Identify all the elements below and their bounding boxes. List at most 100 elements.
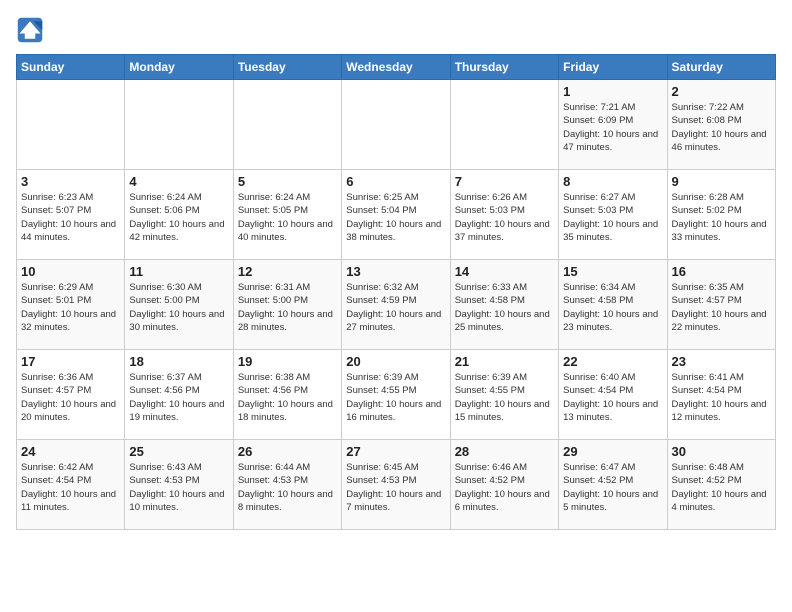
day-cell bbox=[342, 80, 450, 170]
day-number: 6 bbox=[346, 174, 445, 189]
day-number: 21 bbox=[455, 354, 554, 369]
day-number: 20 bbox=[346, 354, 445, 369]
day-cell: 12 Sunrise: 6:31 AM Sunset: 5:00 PM Dayli… bbox=[233, 260, 341, 350]
day-number: 13 bbox=[346, 264, 445, 279]
day-number: 3 bbox=[21, 174, 120, 189]
day-cell: 2 Sunrise: 7:22 AM Sunset: 6:08 PM Daylig… bbox=[667, 80, 775, 170]
header-tuesday: Tuesday bbox=[233, 55, 341, 80]
day-number: 28 bbox=[455, 444, 554, 459]
day-number: 5 bbox=[238, 174, 337, 189]
day-cell: 22 Sunrise: 6:40 AM Sunset: 4:54 PM Dayli… bbox=[559, 350, 667, 440]
day-info: Sunrise: 6:45 AM Sunset: 4:53 PM Dayligh… bbox=[346, 461, 445, 514]
day-cell: 14Sunrise: 6:33 AM Sunset: 4:58 PM Dayli… bbox=[450, 260, 558, 350]
week-row-4: 17Sunrise: 6:36 AM Sunset: 4:57 PM Dayli… bbox=[17, 350, 776, 440]
day-cell: 5 Sunrise: 6:24 AM Sunset: 5:05 PM Daylig… bbox=[233, 170, 341, 260]
day-number: 16 bbox=[672, 264, 771, 279]
header-sunday: Sunday bbox=[17, 55, 125, 80]
day-info: Sunrise: 6:31 AM Sunset: 5:00 PM Dayligh… bbox=[238, 281, 337, 334]
day-cell: 21 Sunrise: 6:39 AM Sunset: 4:55 PM Dayli… bbox=[450, 350, 558, 440]
day-info: Sunrise: 6:44 AM Sunset: 4:53 PM Dayligh… bbox=[238, 461, 337, 514]
header-friday: Friday bbox=[559, 55, 667, 80]
day-info: Sunrise: 6:39 AM Sunset: 4:55 PM Dayligh… bbox=[455, 371, 554, 424]
day-info: Sunrise: 6:46 AM Sunset: 4:52 PM Dayligh… bbox=[455, 461, 554, 514]
day-number: 26 bbox=[238, 444, 337, 459]
day-info: Sunrise: 6:38 AM Sunset: 4:56 PM Dayligh… bbox=[238, 371, 337, 424]
day-number: 23 bbox=[672, 354, 771, 369]
day-info: Sunrise: 6:47 AM Sunset: 4:52 PM Dayligh… bbox=[563, 461, 662, 514]
day-cell: 18 Sunrise: 6:37 AM Sunset: 4:56 PM Dayli… bbox=[125, 350, 233, 440]
day-cell: 30 Sunrise: 6:48 AM Sunset: 4:52 PM Dayli… bbox=[667, 440, 775, 530]
day-cell: 23 Sunrise: 6:41 AM Sunset: 4:54 PM Dayli… bbox=[667, 350, 775, 440]
day-info: Sunrise: 6:26 AM Sunset: 5:03 PM Dayligh… bbox=[455, 191, 554, 244]
day-info: Sunrise: 6:25 AM Sunset: 5:04 PM Dayligh… bbox=[346, 191, 445, 244]
day-cell: 20 Sunrise: 6:39 AM Sunset: 4:55 PM Dayli… bbox=[342, 350, 450, 440]
day-number: 12 bbox=[238, 264, 337, 279]
day-cell: 28 Sunrise: 6:46 AM Sunset: 4:52 PM Dayli… bbox=[450, 440, 558, 530]
day-cell: 17Sunrise: 6:36 AM Sunset: 4:57 PM Dayli… bbox=[17, 350, 125, 440]
day-info: Sunrise: 6:48 AM Sunset: 4:52 PM Dayligh… bbox=[672, 461, 771, 514]
week-row-5: 24Sunrise: 6:42 AM Sunset: 4:54 PM Dayli… bbox=[17, 440, 776, 530]
day-cell bbox=[233, 80, 341, 170]
day-number: 14 bbox=[455, 264, 554, 279]
day-info: Sunrise: 6:32 AM Sunset: 4:59 PM Dayligh… bbox=[346, 281, 445, 334]
day-number: 30 bbox=[672, 444, 771, 459]
day-number: 9 bbox=[672, 174, 771, 189]
day-number: 7 bbox=[455, 174, 554, 189]
day-cell: 4 Sunrise: 6:24 AM Sunset: 5:06 PM Daylig… bbox=[125, 170, 233, 260]
day-info: Sunrise: 6:43 AM Sunset: 4:53 PM Dayligh… bbox=[129, 461, 228, 514]
week-row-3: 10 Sunrise: 6:29 AM Sunset: 5:01 PM Dayli… bbox=[17, 260, 776, 350]
day-number: 22 bbox=[563, 354, 662, 369]
day-number: 27 bbox=[346, 444, 445, 459]
day-info: Sunrise: 6:28 AM Sunset: 5:02 PM Dayligh… bbox=[672, 191, 771, 244]
logo-icon bbox=[16, 16, 44, 44]
day-cell: 9 Sunrise: 6:28 AM Sunset: 5:02 PM Daylig… bbox=[667, 170, 775, 260]
day-info: Sunrise: 6:34 AM Sunset: 4:58 PM Dayligh… bbox=[563, 281, 662, 334]
day-cell: 29 Sunrise: 6:47 AM Sunset: 4:52 PM Dayli… bbox=[559, 440, 667, 530]
day-number: 10 bbox=[21, 264, 120, 279]
day-number: 29 bbox=[563, 444, 662, 459]
day-info: Sunrise: 6:35 AM Sunset: 4:57 PM Dayligh… bbox=[672, 281, 771, 334]
day-cell: 26 Sunrise: 6:44 AM Sunset: 4:53 PM Dayli… bbox=[233, 440, 341, 530]
day-cell: 13 Sunrise: 6:32 AM Sunset: 4:59 PM Dayli… bbox=[342, 260, 450, 350]
header bbox=[16, 16, 776, 44]
day-number: 2 bbox=[672, 84, 771, 99]
day-number: 25 bbox=[129, 444, 228, 459]
day-number: 18 bbox=[129, 354, 228, 369]
week-row-2: 3 Sunrise: 6:23 AM Sunset: 5:07 PM Daylig… bbox=[17, 170, 776, 260]
day-cell: 6 Sunrise: 6:25 AM Sunset: 5:04 PM Daylig… bbox=[342, 170, 450, 260]
day-number: 11 bbox=[129, 264, 228, 279]
day-info: Sunrise: 6:29 AM Sunset: 5:01 PM Dayligh… bbox=[21, 281, 120, 334]
day-cell: 10 Sunrise: 6:29 AM Sunset: 5:01 PM Dayli… bbox=[17, 260, 125, 350]
day-info: Sunrise: 6:23 AM Sunset: 5:07 PM Dayligh… bbox=[21, 191, 120, 244]
day-number: 4 bbox=[129, 174, 228, 189]
header-monday: Monday bbox=[125, 55, 233, 80]
day-cell: 25 Sunrise: 6:43 AM Sunset: 4:53 PM Dayli… bbox=[125, 440, 233, 530]
week-row-1: 1Sunrise: 7:21 AM Sunset: 6:09 PM Daylig… bbox=[17, 80, 776, 170]
day-info: Sunrise: 6:39 AM Sunset: 4:55 PM Dayligh… bbox=[346, 371, 445, 424]
day-cell: 15 Sunrise: 6:34 AM Sunset: 4:58 PM Dayli… bbox=[559, 260, 667, 350]
logo bbox=[16, 16, 48, 44]
day-info: Sunrise: 6:41 AM Sunset: 4:54 PM Dayligh… bbox=[672, 371, 771, 424]
day-number: 15 bbox=[563, 264, 662, 279]
day-cell: 16 Sunrise: 6:35 AM Sunset: 4:57 PM Dayli… bbox=[667, 260, 775, 350]
calendar-header-row: SundayMondayTuesdayWednesdayThursdayFrid… bbox=[17, 55, 776, 80]
day-cell: 3 Sunrise: 6:23 AM Sunset: 5:07 PM Daylig… bbox=[17, 170, 125, 260]
day-info: Sunrise: 6:24 AM Sunset: 5:05 PM Dayligh… bbox=[238, 191, 337, 244]
day-cell: 27 Sunrise: 6:45 AM Sunset: 4:53 PM Dayli… bbox=[342, 440, 450, 530]
day-cell: 19 Sunrise: 6:38 AM Sunset: 4:56 PM Dayli… bbox=[233, 350, 341, 440]
day-cell: 1Sunrise: 7:21 AM Sunset: 6:09 PM Daylig… bbox=[559, 80, 667, 170]
day-info: Sunrise: 6:24 AM Sunset: 5:06 PM Dayligh… bbox=[129, 191, 228, 244]
header-saturday: Saturday bbox=[667, 55, 775, 80]
day-info: Sunrise: 7:21 AM Sunset: 6:09 PM Dayligh… bbox=[563, 101, 662, 154]
header-thursday: Thursday bbox=[450, 55, 558, 80]
day-info: Sunrise: 7:22 AM Sunset: 6:08 PM Dayligh… bbox=[672, 101, 771, 154]
day-number: 24 bbox=[21, 444, 120, 459]
day-info: Sunrise: 6:40 AM Sunset: 4:54 PM Dayligh… bbox=[563, 371, 662, 424]
day-cell bbox=[17, 80, 125, 170]
day-info: Sunrise: 6:36 AM Sunset: 4:57 PM Dayligh… bbox=[21, 371, 120, 424]
day-cell bbox=[450, 80, 558, 170]
day-number: 8 bbox=[563, 174, 662, 189]
day-cell: 7 Sunrise: 6:26 AM Sunset: 5:03 PM Daylig… bbox=[450, 170, 558, 260]
day-info: Sunrise: 6:37 AM Sunset: 4:56 PM Dayligh… bbox=[129, 371, 228, 424]
day-number: 19 bbox=[238, 354, 337, 369]
